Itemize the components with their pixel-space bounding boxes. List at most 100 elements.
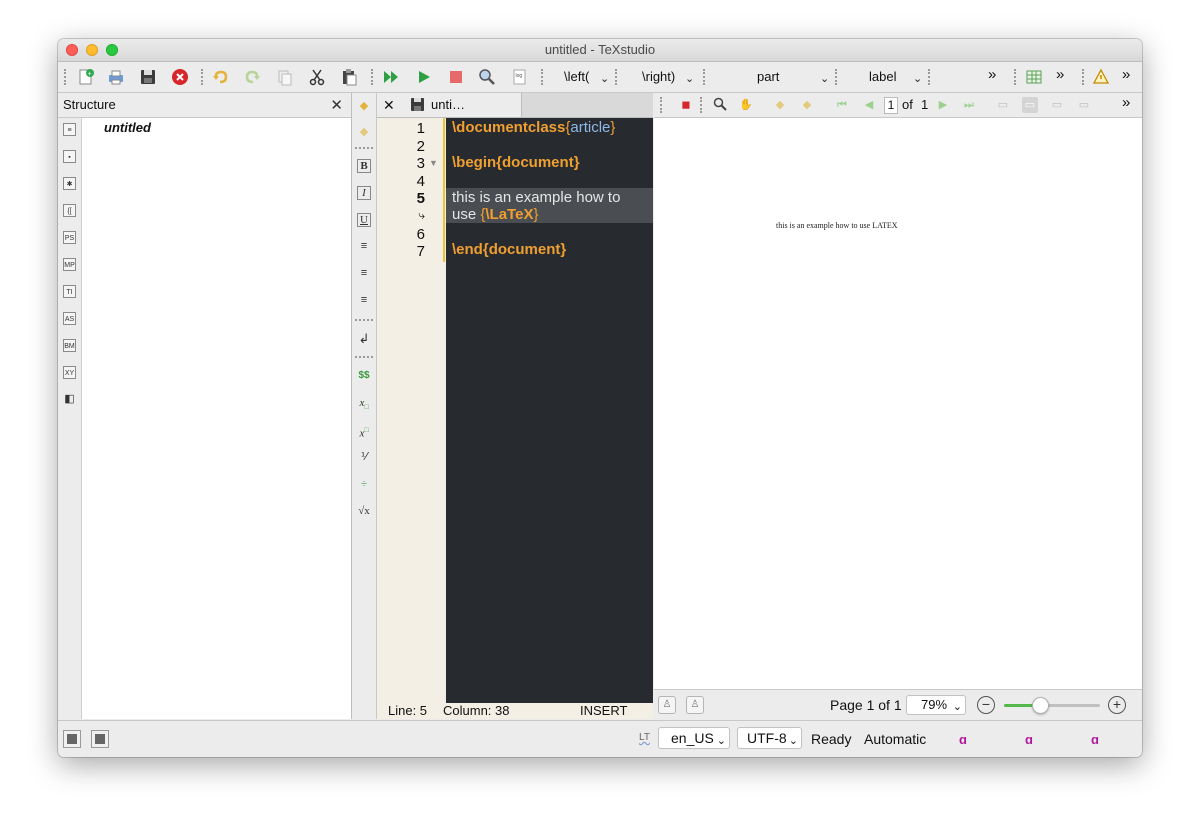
zoom-slider-handle[interactable] [1032,697,1050,714]
part-dropdown[interactable]: part [757,69,779,84]
metapost-icon[interactable]: MP [63,258,76,271]
back-icon[interactable]: ◆ [772,97,788,113]
magnifier-icon[interactable] [712,97,728,113]
sync-right-icon[interactable]: ♙ [686,696,704,714]
next-mark-icon[interactable]: ◆ [356,124,372,140]
brackets-icon[interactable]: {[ [63,204,76,217]
insert-mode[interactable]: INSERT [580,703,627,718]
language-tool-icon[interactable]: LT [639,732,650,743]
table-icon[interactable] [1024,67,1044,87]
structure-tree-root[interactable]: untitled [104,120,151,135]
beamer-icon[interactable]: BM [63,339,76,352]
build-and-view-icon[interactable] [381,67,401,87]
save-icon[interactable] [138,67,158,87]
line-number-gutter[interactable]: 1 2 3 ▼ 4 5 ⤷ 6 7 [377,118,445,703]
math-mode-icon[interactable]: $$ [356,368,372,384]
stop-compile-icon[interactable] [446,67,466,87]
last-page-icon[interactable]: ⏭ [961,97,977,113]
language-combo[interactable]: en_US ⌄ [658,727,730,749]
pstricks-icon[interactable]: PS [63,231,76,244]
view-log-icon[interactable]: log [509,67,529,87]
compile-icon[interactable] [414,67,434,87]
italic-icon[interactable]: I [357,186,371,200]
redo-icon[interactable] [243,67,263,87]
chevron-down-icon[interactable]: ⌄ [685,72,694,85]
superscript-icon[interactable]: x□ [356,422,372,440]
underline-icon[interactable]: U [357,213,371,227]
label-dropdown[interactable]: label [869,69,896,84]
editor-tab[interactable]: ✕ unti… [377,93,522,117]
toggle-structure-icon[interactable] [63,730,81,748]
sync-left-icon[interactable]: ♙ [658,696,676,714]
bookmark-red-icon[interactable]: ◼ [678,97,694,113]
line-number: 3 [416,155,425,172]
line-number: 4 [416,173,425,190]
toolbar-separator [928,69,932,85]
chevron-down-icon[interactable]: ⌄ [600,72,609,85]
cut-icon[interactable] [307,67,327,87]
align-right-icon[interactable]: ≡ [356,292,372,308]
zoom-slider[interactable] [1004,704,1100,707]
encoding-combo[interactable]: UTF-8 ⌄ [737,727,802,749]
asymptote-icon[interactable]: AS [63,312,76,325]
square-root-icon[interactable]: √x [356,503,372,519]
chevron-down-icon[interactable]: ⌄ [820,72,829,85]
page-number-input[interactable]: 1 [884,97,898,114]
more-tools-icon[interactable]: » [1122,94,1130,111]
code-editor[interactable]: \documentclass{article} \begin{document}… [446,118,653,703]
chevron-down-icon: ⌄ [788,735,798,747]
fit-width-icon[interactable]: ▭ [1076,97,1092,113]
xymatrix-icon[interactable]: XY [63,366,76,379]
toolbar-separator [355,319,373,321]
align-left-icon[interactable]: ≡ [356,238,372,254]
bold-icon[interactable]: B [357,159,371,173]
zoom-in-icon[interactable]: + [1108,696,1126,714]
first-page-icon[interactable]: ⏮ [834,97,850,113]
more-tools-icon[interactable]: » [1056,66,1064,83]
close-tab-icon[interactable]: ✕ [383,97,395,114]
status-mode[interactable]: Automatic [864,731,926,747]
grammar-check-icon[interactable]: ɑ [959,732,967,747]
continuous-page-icon[interactable]: ▭ [1022,97,1038,113]
next-page-icon[interactable]: ▶ [935,97,951,113]
fold-arrow-icon[interactable]: ▼ [429,158,438,168]
more-tools-icon[interactable]: » [988,66,996,83]
pdf-page[interactable]: this is an example how to use LATEX [654,118,1142,689]
single-page-icon[interactable]: ▭ [995,97,1011,113]
more-tools-icon[interactable]: » [1122,66,1130,83]
forward-icon[interactable]: ◆ [799,97,815,113]
hand-tool-icon[interactable]: ✋ [738,97,754,113]
spell-check-icon[interactable]: ɑ [1025,732,1033,747]
symbols-icon[interactable]: ✱ [63,177,76,190]
view-pdf-icon[interactable] [477,67,497,87]
fraction-icon[interactable]: ⅟ [356,449,372,465]
chevron-down-icon[interactable]: ⌄ [913,72,922,85]
tikz-icon[interactable]: TI [63,285,76,298]
close-structure-icon[interactable]: ✕ [330,96,343,114]
bookmark-icon[interactable]: ▪ [63,150,76,163]
zoom-out-icon[interactable]: − [977,696,995,714]
new-file-icon[interactable]: + [76,67,96,87]
right-delimiter-dropdown[interactable]: \right) [642,69,675,84]
new-line-icon[interactable]: ↲ [356,331,372,347]
print-icon[interactable] [106,67,126,87]
zoom-combo[interactable]: 79% ⌄ [906,695,966,715]
toggle-messages-icon[interactable] [91,730,109,748]
status-ready: Ready [811,731,852,747]
copy-icon[interactable] [275,67,295,87]
previous-mark-icon[interactable]: ◆ [356,98,372,114]
syntax-check-icon[interactable]: ɑ [1091,732,1099,747]
left-delimiter-dropdown[interactable]: \left( [564,69,589,84]
undo-icon[interactable] [210,67,230,87]
dfrac-icon[interactable]: ÷ [356,476,372,492]
align-center-icon[interactable]: ≡ [356,265,372,281]
close-document-icon[interactable] [170,67,190,87]
previous-page-icon[interactable]: ◀ [861,97,877,113]
macros-icon[interactable]: ◧ [63,393,76,406]
chevron-down-icon[interactable]: ⌄ [953,698,962,716]
two-pages-icon[interactable]: ▭ [1049,97,1065,113]
subscript-icon[interactable]: x□ [356,395,372,411]
structure-view-icon[interactable]: ≡ [63,123,76,136]
paste-icon[interactable] [339,67,359,87]
warning-triangle-icon[interactable] [1091,67,1111,87]
